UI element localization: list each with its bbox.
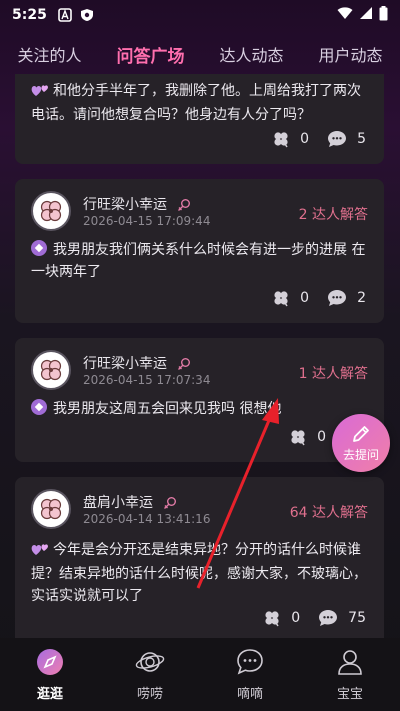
post-time: 2026-04-15 17:07:34 [83,373,211,387]
comment-button[interactable]: 75 [318,609,366,627]
like-button[interactable]: 0 [272,130,309,148]
question-icon [31,240,47,256]
question-feed: 和他分手半年了，我删除了他。上周给我打了两次电话。请问他想复合吗？他身边有人分了… [0,74,400,638]
clover-icon [291,430,305,446]
tab-qa-square[interactable]: 问答广场 [110,38,190,71]
expert-answers-count[interactable]: 2 达人解答 [299,204,368,224]
signal-icon [359,6,373,24]
like-count: 0 [291,610,301,626]
post-time: 2026-04-15 17:09:44 [83,214,211,228]
like-count: 0 [317,429,326,445]
clover-icon [274,132,288,148]
message-icon [237,649,263,675]
expert-answers-count[interactable]: 64 达人解答 [290,502,368,522]
clover-icon [274,291,288,307]
user-name[interactable]: 行旺梁小幸运 [83,197,167,213]
avatar[interactable] [31,350,71,390]
status-bar: 5:25 [0,0,400,30]
nav-stroll-label: 逛逛 [36,687,63,702]
like-count: 0 [300,290,310,306]
question-card[interactable]: 行旺梁小幸运 2026-04-15 17:09:44 2 达人解答 我男朋友我们… [15,179,384,323]
hearts-icon [31,541,49,563]
bottom-nav: 逛逛 唠唠 嘀嘀 宝宝 [0,638,400,711]
nav-chat-label: 唠唠 [136,687,163,702]
nav-chat[interactable]: 唠唠 [110,647,190,702]
question-card[interactable]: 和他分手半年了，我删除了他。上周给我打了两次电话。请问他想复合吗？他身边有人分了… [15,74,384,164]
comment-icon [319,610,338,626]
question-text: 和他分手半年了，我删除了他。上周给我打了两次电话。请问他想复合吗？他身边有人分了… [31,83,361,123]
female-icon [178,358,191,370]
user-name[interactable]: 盘肩小幸运 [83,495,153,511]
compass-icon [37,649,63,675]
top-tabs: 关注的人 问答广场 达人动态 用户动态 [0,34,400,74]
clover-icon [265,611,279,627]
avatar[interactable] [31,191,71,231]
ask-question-button[interactable]: 去提问 [332,414,390,472]
like-button[interactable]: 0 [289,428,326,446]
like-count: 0 [300,131,310,147]
post-time: 2026-04-14 13:41:16 [83,512,211,526]
comment-icon [328,290,347,306]
pencil-icon [353,425,369,442]
app-a-icon [57,7,73,23]
user-icon [338,650,362,675]
hearts-icon [31,82,49,104]
comment-count: 2 [357,290,366,306]
question-card[interactable]: 行旺梁小幸运 2026-04-15 17:07:34 1 达人解答 我男朋友这周… [15,338,384,462]
clover-avatar-icon [40,359,62,381]
clover-avatar-icon [40,200,62,222]
ask-question-label: 去提问 [342,447,379,462]
tab-user-feed[interactable]: 用户动态 [312,38,388,70]
question-icon [31,399,47,415]
question-text: 我男朋友这周五会回来见我吗 很想他 [53,401,282,417]
female-icon [164,497,177,509]
nav-messages[interactable]: 嘀嘀 [210,647,290,702]
wifi-icon [337,6,353,24]
comment-count: 5 [357,131,366,147]
comment-button[interactable]: 5 [327,130,366,148]
nav-profile[interactable]: 宝宝 [310,647,390,702]
tab-following[interactable]: 关注的人 [11,38,87,70]
expert-answers-count[interactable]: 1 达人解答 [299,363,368,383]
nav-stroll[interactable]: 逛逛 [10,647,90,702]
planet-icon [135,652,165,672]
clover-avatar-icon [40,498,62,520]
user-name[interactable]: 行旺梁小幸运 [83,356,167,372]
question-card[interactable]: 盘肩小幸运 2026-04-14 13:41:16 64 达人解答 今年是会分开… [15,477,384,638]
status-time: 5:25 [12,7,47,23]
tab-expert-feed[interactable]: 达人动态 [213,38,289,70]
shield-icon [79,7,95,23]
nav-profile-label: 宝宝 [336,687,363,702]
female-icon [178,199,191,211]
battery-icon [379,5,388,25]
avatar[interactable] [31,489,71,529]
like-button[interactable]: 0 [263,609,300,627]
question-text: 今年是会分开还是结束异地？分开的话什么时候谁提？结束异地的话什么时候呢，感谢大家… [31,542,367,604]
question-text: 我男朋友我们俩关系什么时候会有进一步的进展 在一块两年了 [31,242,366,280]
like-button[interactable]: 0 [272,289,309,307]
comment-count: 75 [348,610,366,626]
nav-messages-label: 嘀嘀 [236,687,263,702]
comment-button[interactable]: 2 [327,289,366,307]
comment-icon [328,131,347,147]
